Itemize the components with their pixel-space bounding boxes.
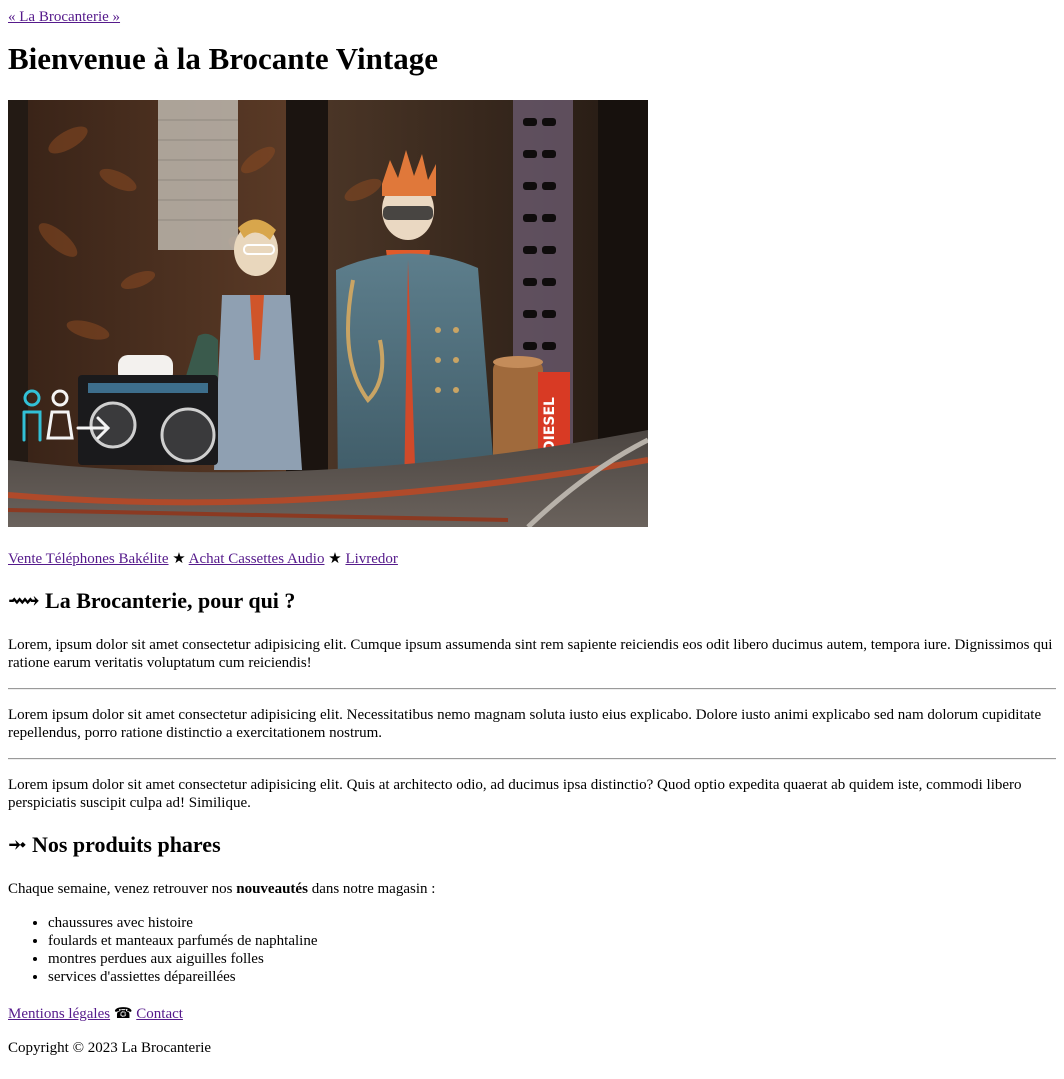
breadcrumb-link[interactable]: « La Brocanterie » <box>8 8 120 26</box>
section-title-products: ⤞ Nos produits phares <box>8 832 1056 858</box>
page-title: Bienvenue à la Brocante Vintage <box>8 41 438 76</box>
list-item: chaussures avec histoire <box>48 914 1056 932</box>
list-item: montres perdues aux aiguilles folles <box>48 950 1056 968</box>
list-item: foulards et manteaux parfumés de naphtal… <box>48 932 1056 950</box>
nav-link-bakelite-phones[interactable]: Vente Téléphones Bakélite <box>8 551 169 567</box>
divider <box>8 758 1056 760</box>
hero-image: DIESEL <box>8 100 648 527</box>
intro-bold-text: nouveautés <box>236 881 308 897</box>
copyright: Copyright © 2023 La Brocanterie <box>8 1040 212 1056</box>
intro-text: Chaque semaine, venez retrouver nos <box>8 881 237 897</box>
paragraph: Lorem, ipsum dolor sit amet consectetur … <box>8 637 1053 671</box>
nav-link-guestbook[interactable]: Livredor <box>345 551 397 567</box>
nav-links: Vente Téléphones Bakélite ★ Achat Casset… <box>8 550 1056 568</box>
footer-links: Mentions légales ☎ Contact <box>8 1005 1056 1023</box>
legal-notice-link[interactable]: Mentions légales <box>8 1006 110 1022</box>
nav-link-audio-cassettes[interactable]: Achat Cassettes Audio <box>189 551 325 567</box>
section-title-text: La Brocanterie, pour qui ? <box>45 588 296 613</box>
intro-text: dans notre magasin : <box>307 881 436 897</box>
diesel-sign-text: DIESEL <box>542 397 558 452</box>
section-title-text: Nos produits phares <box>31 832 221 857</box>
paragraph: Lorem ipsum dolor sit amet consectetur a… <box>8 777 1022 811</box>
list-item: services d'assiettes dépareillées <box>48 968 1056 986</box>
telephone-icon: ☎ <box>113 1006 133 1022</box>
contact-link[interactable]: Contact <box>136 1006 183 1022</box>
star-separator-icon: ★ <box>172 551 186 567</box>
products-list: chaussures avec histoire foulards et man… <box>8 914 1056 986</box>
divider <box>8 688 1056 690</box>
shop-window-illustration: DIESEL <box>8 100 648 527</box>
feathered-arrow-icon: ⤞ <box>8 832 27 857</box>
paragraph: Lorem ipsum dolor sit amet consectetur a… <box>8 707 1042 741</box>
section-title-for-whom: ⟿ La Brocanterie, pour qui ? <box>8 588 1056 614</box>
squiggle-arrow-icon: ⟿ <box>8 588 40 613</box>
star-separator-icon: ★ <box>328 551 342 567</box>
page: « La Brocanterie » Bienvenue à la Brocan… <box>0 0 1064 1057</box>
products-intro: Chaque semaine, venez retrouver nos nouv… <box>8 880 1056 898</box>
